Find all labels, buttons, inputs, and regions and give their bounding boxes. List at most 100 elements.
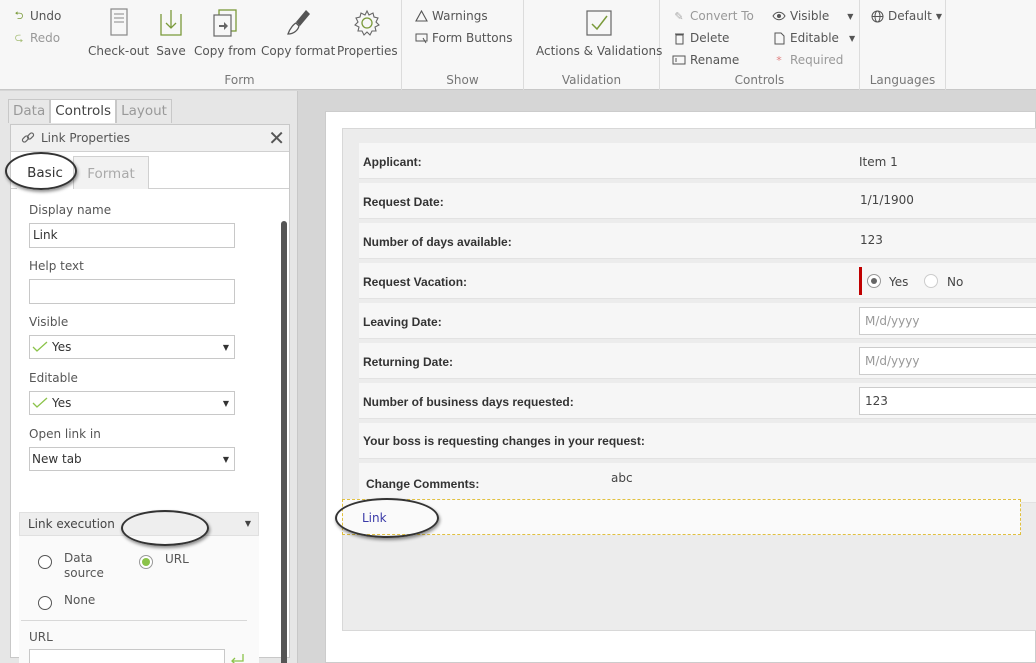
undo-icon: ⮌ [14, 8, 24, 22]
link-control-row[interactable]: Link [342, 499, 1021, 535]
required-toggle[interactable]: * Required [772, 53, 843, 67]
copy-format-button[interactable]: Copy format [261, 8, 335, 58]
radio-none-label: None [64, 593, 96, 607]
checkout-button[interactable]: Check-out [88, 8, 149, 58]
convert-to-button[interactable]: ✎ Convert To [672, 9, 754, 23]
url-input[interactable] [29, 649, 225, 663]
eye-icon [772, 9, 786, 23]
form-group: Check-out Save Copy from Copy format Pro… [78, 0, 402, 90]
properties-header: Link Properties ✕ [11, 125, 289, 152]
insert-expression-icon[interactable] [229, 652, 245, 663]
form-row-days-available: Number of days available: 123 [359, 223, 1036, 259]
properties-scrollbar[interactable] [281, 221, 287, 663]
copy-from-button[interactable]: Copy from [194, 8, 256, 58]
rename-icon [672, 53, 686, 67]
undo-button[interactable]: ⮌ Undo [12, 8, 62, 24]
controls-group: ✎ Convert To Delete Rename Visible ▼ Edi… [660, 0, 860, 90]
form-row-leaving-date: Leaving Date: M/d/yyyy [359, 303, 1036, 339]
radio-data-source[interactable] [38, 555, 52, 569]
tab-layout[interactable]: Layout [116, 99, 172, 123]
open-link-select[interactable]: New tab ▼ [29, 447, 235, 471]
chevron-down-icon: ▼ [847, 11, 854, 21]
radio-data-source-label: Data source [64, 551, 104, 580]
divider [21, 620, 247, 621]
editable-select[interactable]: Yes ▼ [29, 391, 235, 415]
trash-icon [672, 31, 686, 45]
globe-icon [870, 9, 884, 23]
tab-controls[interactable]: Controls [50, 99, 117, 123]
rename-button[interactable]: Rename [672, 53, 739, 67]
gear-icon [352, 8, 382, 38]
save-button[interactable]: Save [156, 8, 186, 58]
panel-tabs: Data Controls Layout [8, 99, 172, 123]
radio-url[interactable] [139, 555, 153, 569]
form-row-applicant: Applicant: Item 1 [359, 143, 1036, 179]
left-panel: Data Controls Layout Link Properties ✕ B… [0, 91, 298, 663]
properties-button[interactable]: Properties [337, 8, 398, 58]
radio-none[interactable] [38, 596, 52, 610]
delete-button[interactable]: Delete [672, 31, 729, 45]
display-name-label: Display name [29, 203, 112, 217]
warning-triangle-icon [414, 9, 428, 23]
editable-doc-icon [772, 31, 786, 45]
chevron-down-icon: ▼ [222, 343, 229, 352]
asterisk-icon: * [776, 53, 782, 67]
link-execution-section[interactable]: Link execution ▼ [19, 512, 259, 536]
properties-subtabs: Basic Format [11, 156, 289, 189]
chevron-down-icon: ▼ [848, 33, 856, 43]
redo-button[interactable]: ⮎ Redo [12, 31, 61, 46]
business-days-input[interactable]: 123 [859, 387, 1036, 415]
tab-basic[interactable]: Basic [17, 156, 73, 189]
returning-date-input[interactable]: M/d/yyyy [859, 347, 1036, 375]
link-control[interactable]: Link [362, 511, 387, 525]
form-row-change-comments: Change Comments: abc [359, 463, 1036, 503]
url-label: URL [29, 630, 53, 644]
warnings-toggle[interactable]: Warnings [414, 9, 488, 23]
form-area: Applicant: Item 1 Request Date: 1/1/1900… [342, 128, 1036, 631]
radio-yes[interactable] [867, 274, 881, 288]
default-language-dropdown[interactable]: Default ▼ [870, 9, 942, 23]
form-buttons-toggle[interactable]: Form Buttons [414, 31, 513, 45]
pencil-icon: ✎ [674, 9, 684, 23]
validation-group: Actions & Validations Validation [524, 0, 662, 90]
form-row-boss-changes: Your boss is requesting changes in your … [359, 423, 1036, 459]
chevron-down-icon: ▼ [222, 399, 229, 408]
languages-group: Default ▼ Languages [860, 0, 946, 90]
check-icon [32, 397, 48, 409]
tab-data[interactable]: Data [8, 99, 51, 123]
properties-title: Link Properties [41, 131, 131, 145]
form-row-returning-date: Returning Date: M/d/yyyy [359, 343, 1036, 379]
form-canvas: Applicant: Item 1 Request Date: 1/1/1900… [325, 111, 1036, 663]
tab-format[interactable]: Format [73, 156, 149, 189]
close-icon[interactable]: ✕ [268, 127, 285, 149]
link-icon [21, 131, 35, 145]
help-text-label: Help text [29, 259, 84, 273]
form-buttons-icon [414, 31, 428, 45]
checkout-icon [104, 8, 134, 38]
form-row-request-vacation: Request Vacation: Yes No [359, 263, 1036, 299]
actions-validations-button[interactable]: Actions & Validations [536, 8, 662, 58]
link-properties-panel: Link Properties ✕ Basic Format Display n… [10, 124, 290, 663]
form-row-business-days: Number of business days requested: 123 [359, 383, 1036, 419]
display-name-input[interactable]: Link [29, 223, 235, 248]
show-group: Warnings Form Buttons Show [402, 0, 524, 90]
open-link-label: Open link in [29, 427, 101, 441]
copy-from-icon [210, 8, 240, 38]
help-text-input[interactable] [29, 279, 235, 304]
ribbon-toolbar: ⮌ Undo ⮎ Redo Check-out Save Copy from C… [0, 0, 1036, 90]
required-indicator [859, 267, 862, 295]
visible-label: Visible [29, 315, 69, 329]
chevron-down-icon: ▼ [222, 455, 229, 464]
editable-label: Editable [29, 371, 78, 385]
check-icon [32, 341, 48, 353]
radio-no[interactable] [924, 274, 938, 288]
checkbox-check-icon [584, 8, 614, 38]
radio-url-label: URL [165, 552, 189, 566]
form-row-request-date: Request Date: 1/1/1900 [359, 183, 1036, 219]
editable-dropdown[interactable]: Editable ▼ [772, 31, 855, 45]
paint-brush-icon [283, 8, 313, 38]
leaving-date-input[interactable]: M/d/yyyy [859, 307, 1036, 335]
visible-select[interactable]: Yes ▼ [29, 335, 235, 359]
visible-dropdown[interactable]: Visible ▼ [772, 9, 853, 23]
chevron-down-icon: ▼ [935, 11, 943, 21]
